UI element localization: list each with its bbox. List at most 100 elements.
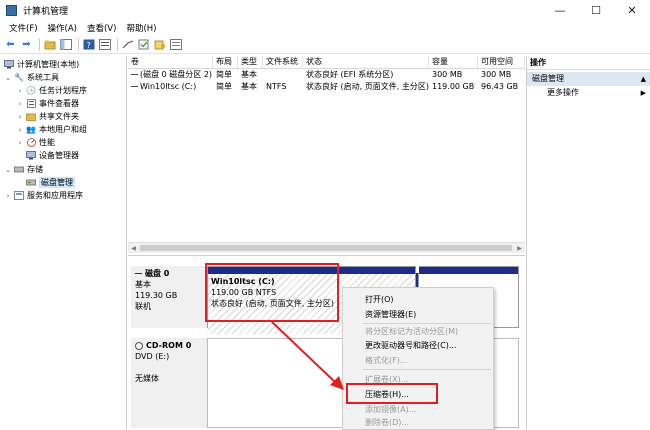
folder-key-icon[interactable] <box>153 38 166 51</box>
volume-table: 卷 布局 类型 文件系统 状态 容量 可用空间 (磁盘 0 磁盘分区 2) 简单… <box>128 56 525 256</box>
tree-label: 系统工具 <box>27 73 59 82</box>
tree-item-device-manager[interactable]: 设备管理器 <box>24 149 79 162</box>
cell-volume-text: Win10ltsc (C:) <box>140 82 197 91</box>
tree-label: 性能 <box>39 138 55 147</box>
cell-volume: Win10ltsc (C:) <box>128 81 213 93</box>
disk0-name: 磁盘 0 <box>145 269 170 278</box>
expand-arrow-icon[interactable]: › <box>16 100 24 108</box>
check-icon[interactable] <box>137 38 150 51</box>
menu-file[interactable]: 文件(F) <box>4 22 43 34</box>
cdrom-name: CD-ROM 0 <box>146 341 192 350</box>
tree-label: 存储 <box>27 165 43 174</box>
caret-up-icon[interactable]: ▲ <box>641 72 646 86</box>
menu-view[interactable]: 查看(V) <box>82 22 121 34</box>
cdrom-label[interactable]: CD-ROM 0 DVD (E:) 无媒体 <box>131 338 207 428</box>
actions-section-disk-management[interactable]: 磁盘管理 ▲ <box>527 72 650 86</box>
cell-filesystem <box>263 69 303 81</box>
col-header-layout[interactable]: 布局 <box>213 56 238 68</box>
expand-arrow-icon[interactable]: › <box>16 87 24 95</box>
tools-icon: 🔧 <box>14 73 24 82</box>
disk-icon <box>135 272 142 275</box>
menu-action[interactable]: 操作(A) <box>43 22 82 34</box>
tree-item-storage[interactable]: ⌄ 存储 <box>4 163 43 176</box>
menu-help[interactable]: 帮助(H) <box>121 22 161 34</box>
scroll-thumb[interactable] <box>140 245 512 251</box>
partition-c-name: Win10ltsc (C:) <box>211 277 275 286</box>
col-header-status[interactable]: 状态 <box>303 56 429 68</box>
menu-separator <box>363 369 491 370</box>
cdrom-title: CD-ROM 0 <box>135 340 203 351</box>
context-menu: 打开(O) 资源管理器(E) 将分区标记为活动分区(M) 更改驱动器号和路径(C… <box>342 287 494 430</box>
col-header-type[interactable]: 类型 <box>238 56 263 68</box>
event-log-icon <box>26 99 36 109</box>
scroll-right-icon[interactable]: ▶ <box>514 243 525 254</box>
more-actions-item[interactable]: 更多操作 ▶ <box>527 86 650 100</box>
cell-status: 状态良好 (启动, 页面文件, 主分区) <box>306 82 429 91</box>
close-button[interactable]: ✕ <box>614 0 650 20</box>
help-icon[interactable]: ? <box>82 38 95 51</box>
actions-section-label: 磁盘管理 <box>532 74 564 83</box>
expand-arrow-icon[interactable]: › <box>16 126 24 134</box>
up-folder-icon[interactable] <box>43 38 56 51</box>
collapse-arrow-icon[interactable]: ⌄ <box>4 166 12 174</box>
expand-arrow-icon[interactable]: › <box>16 113 24 121</box>
col-header-volume[interactable]: 卷 <box>128 56 213 68</box>
cell-layout: 简单 <box>216 70 232 79</box>
tree-item-event-viewer[interactable]: › 事件查看器 <box>16 97 79 110</box>
tree-item-system-tools[interactable]: ⌄ 🔧 系统工具 <box>4 71 59 84</box>
back-arrow-icon[interactable]: ⬅ <box>4 38 17 51</box>
clock-icon: 🕒 <box>26 86 36 95</box>
cdrom-icon <box>135 341 143 350</box>
expand-arrow-icon[interactable]: › <box>4 192 12 200</box>
forward-arrow-icon[interactable]: ➡ <box>20 38 33 51</box>
tree-label: 磁盘管理 <box>39 177 75 188</box>
cell-volume: (磁盘 0 磁盘分区 2) <box>128 69 213 81</box>
volume-bar-icon <box>131 85 138 88</box>
tree-item-disk-management[interactable]: 磁盘管理 <box>24 176 75 189</box>
partition-c-bar <box>208 267 415 274</box>
cell-capacity: 119.00 GB <box>432 82 475 91</box>
menu-item-explore[interactable]: 资源管理器(E) <box>365 309 416 320</box>
menu-item-change-drive-letter[interactable]: 更改驱动器号和路径(C)... <box>365 340 456 351</box>
disk0-label[interactable]: 磁盘 0 基本 119.30 GB 联机 <box>131 266 207 328</box>
list-view-icon[interactable] <box>169 38 182 51</box>
toolbar-separator <box>78 37 79 51</box>
title-bar: 计算机管理 — ☐ ✕ <box>0 0 650 20</box>
shared-folder-icon <box>26 112 36 122</box>
menu-item-mark-active: 将分区标记为活动分区(M) <box>365 327 459 336</box>
show-tree-icon[interactable] <box>59 38 72 51</box>
volume-bar-icon <box>131 73 138 76</box>
toolbar-separator <box>117 37 118 51</box>
tree-item-shared-folders[interactable]: › 共享文件夹 <box>16 110 79 123</box>
horizontal-scrollbar[interactable]: ◀ ▶ <box>128 242 525 253</box>
expand-arrow-icon[interactable]: › <box>16 139 24 147</box>
col-header-capacity[interactable]: 容量 <box>429 56 478 68</box>
properties-icon[interactable] <box>98 38 111 51</box>
cell-layout: 简单 <box>216 82 232 91</box>
menu-item-open[interactable]: 打开(O) <box>365 294 394 305</box>
col-header-filesystem[interactable]: 文件系统 <box>263 56 303 68</box>
toolbar-separator <box>39 37 40 51</box>
tree-root[interactable]: 计算机管理(本地) <box>2 58 79 71</box>
window-controls: — ☐ ✕ <box>542 0 650 20</box>
menu-item-delete-volume: 删除卷(D)... <box>365 418 410 427</box>
menu-bar: 文件(F) 操作(A) 查看(V) 帮助(H) <box>0 20 650 35</box>
actions-header: 操作 <box>527 56 650 70</box>
connect-icon[interactable] <box>121 38 134 51</box>
menu-item-shrink-volume[interactable]: 压缩卷(H)... <box>365 389 409 400</box>
table-row[interactable]: Win10ltsc (C:) 简单 基本 NTFS 状态良好 (启动, 页面文件… <box>128 81 525 93</box>
tree-label: 本地用户和组 <box>39 125 87 134</box>
scroll-left-icon[interactable]: ◀ <box>128 243 139 254</box>
minimize-button[interactable]: — <box>542 0 578 20</box>
collapse-arrow-icon[interactable]: ⌄ <box>4 74 12 82</box>
tree-item-services-apps[interactable]: › 服务和应用程序 <box>4 189 83 202</box>
caret-right-icon: ▶ <box>640 89 646 97</box>
col-header-free-space[interactable]: 可用空间 <box>478 56 525 68</box>
tree-item-task-scheduler[interactable]: › 🕒 任务计划程序 <box>16 84 87 97</box>
tree-item-local-users[interactable]: › 👥 本地用户和组 <box>16 123 87 136</box>
cell-type: 基本 <box>241 70 257 79</box>
tree-item-performance[interactable]: › 性能 <box>16 136 55 149</box>
toolbar: ⬅ ➡ ? <box>0 35 650 54</box>
table-row[interactable]: (磁盘 0 磁盘分区 2) 简单 基本 状态良好 (EFI 系统分区) 300 … <box>128 69 525 81</box>
maximize-button[interactable]: ☐ <box>578 0 614 20</box>
